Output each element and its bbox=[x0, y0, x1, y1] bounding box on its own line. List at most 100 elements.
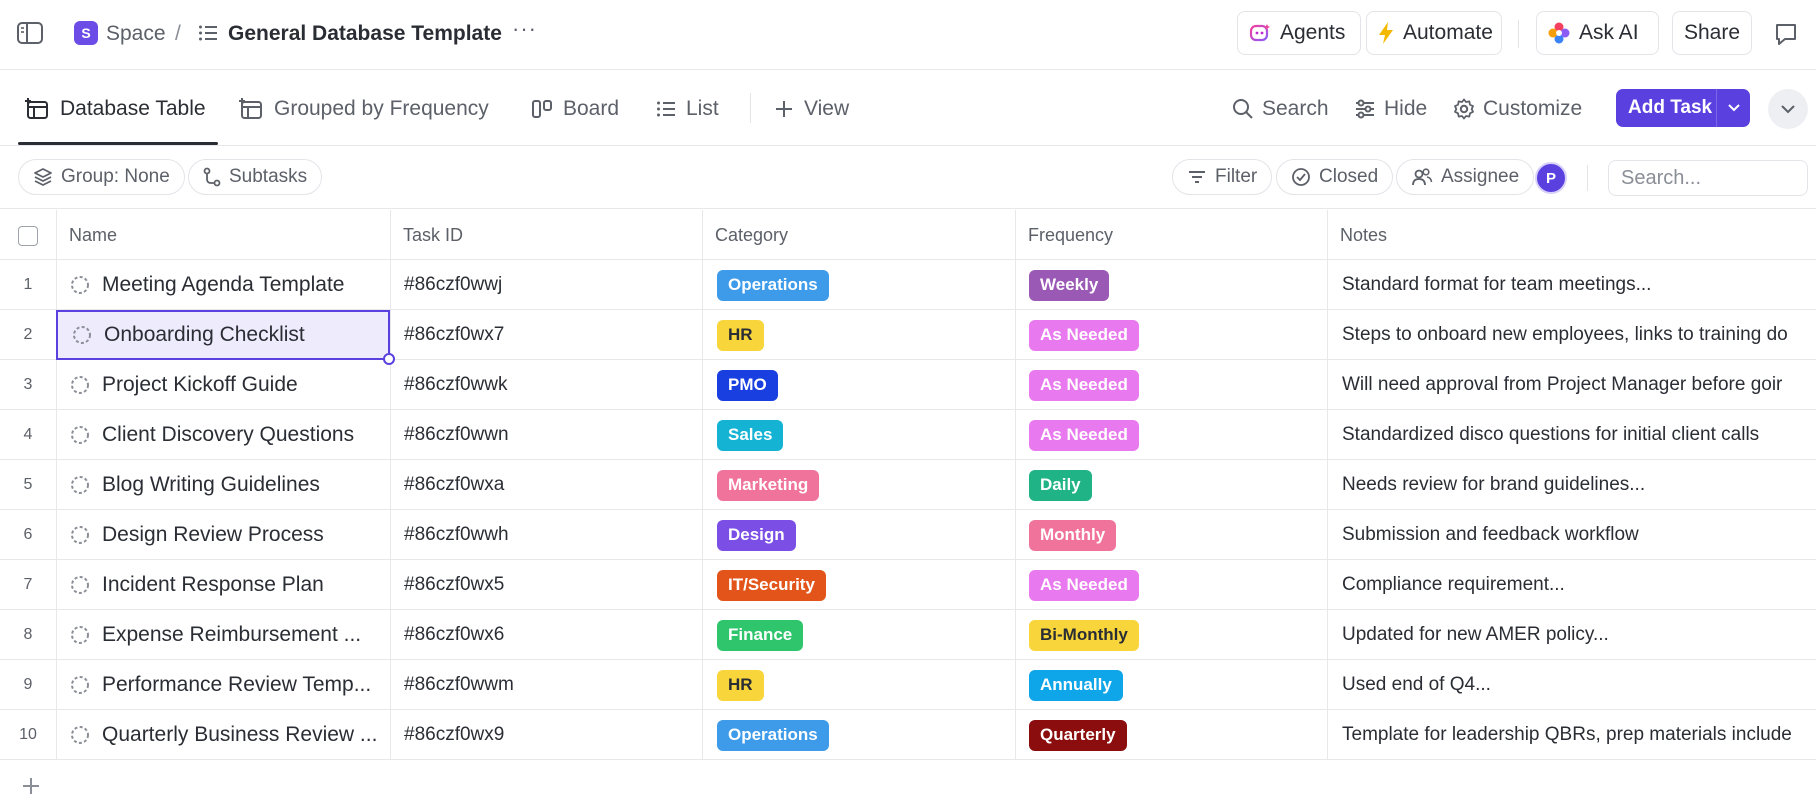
frequency-cell[interactable]: Monthly bbox=[1015, 510, 1117, 560]
task-name[interactable]: Expense Reimbursement ... bbox=[102, 623, 361, 647]
select-all-checkbox[interactable] bbox=[18, 226, 38, 246]
notes-cell[interactable]: Submission and feedback workflow bbox=[1327, 510, 1816, 560]
category-badge[interactable]: HR bbox=[717, 669, 764, 701]
category-badge[interactable]: Operations bbox=[717, 719, 829, 751]
space-badge[interactable]: S bbox=[74, 21, 98, 45]
status-circle-icon[interactable] bbox=[70, 425, 90, 445]
customize-button[interactable]: Customize bbox=[1453, 71, 1582, 146]
notes-cell[interactable]: Used end of Q4... bbox=[1327, 660, 1816, 710]
frequency-cell[interactable]: Annually bbox=[1015, 660, 1123, 710]
collapse-button[interactable] bbox=[1768, 89, 1808, 129]
frequency-cell[interactable]: As Needed bbox=[1015, 560, 1139, 610]
name-cell[interactable]: Incident Response Plan bbox=[56, 560, 390, 610]
more-options-icon[interactable]: ··· bbox=[512, 16, 537, 42]
category-cell[interactable]: HR bbox=[702, 660, 764, 710]
category-cell[interactable]: Marketing bbox=[702, 460, 820, 510]
chat-icon[interactable] bbox=[1772, 20, 1800, 48]
table-row[interactable]: 3 Project Kickoff Guide #86czf0wwk PMO As Ne… bbox=[0, 360, 1816, 410]
frequency-cell[interactable]: As Needed bbox=[1015, 410, 1139, 460]
frequency-cell[interactable]: As Needed bbox=[1015, 360, 1139, 410]
filter-chip[interactable]: Filter bbox=[1172, 159, 1273, 195]
frequency-badge[interactable]: Bi-Monthly bbox=[1029, 619, 1139, 651]
name-cell[interactable]: Quarterly Business Review ... bbox=[56, 710, 390, 760]
sidebar-toggle-icon[interactable] bbox=[16, 20, 44, 46]
table-row[interactable]: 6 Design Review Process #86czf0wwh Design Mo… bbox=[0, 510, 1816, 560]
status-circle-icon[interactable] bbox=[70, 725, 90, 745]
tab-list[interactable]: List bbox=[656, 71, 719, 146]
tab-database-table[interactable]: Database Table bbox=[24, 71, 206, 146]
tab-board[interactable]: Board bbox=[531, 71, 619, 146]
table-row[interactable]: 7 Incident Response Plan #86czf0wx5 IT/Secu… bbox=[0, 560, 1816, 610]
category-badge[interactable]: Operations bbox=[717, 269, 829, 301]
add-row-plus-icon[interactable] bbox=[20, 775, 42, 797]
category-cell[interactable]: Operations bbox=[702, 710, 829, 760]
category-cell[interactable]: Design bbox=[702, 510, 796, 560]
frequency-badge[interactable]: As Needed bbox=[1029, 419, 1139, 451]
name-cell[interactable]: Onboarding Checklist bbox=[56, 310, 395, 365]
frequency-badge[interactable]: As Needed bbox=[1029, 569, 1139, 601]
notes-cell[interactable]: Compliance requirement... bbox=[1327, 560, 1816, 610]
notes-cell[interactable]: Will need approval from Project Manager … bbox=[1327, 360, 1816, 410]
tab-grouped-by-frequency[interactable]: Grouped by Frequency bbox=[238, 71, 489, 146]
column-header-category[interactable]: Category bbox=[703, 210, 788, 260]
frequency-cell[interactable]: Weekly bbox=[1015, 260, 1110, 310]
category-badge[interactable]: Sales bbox=[717, 419, 784, 451]
notes-cell[interactable]: Standard format for team meetings... bbox=[1327, 260, 1816, 310]
category-badge[interactable]: Finance bbox=[717, 619, 804, 651]
category-badge[interactable]: HR bbox=[717, 319, 764, 351]
name-cell[interactable]: Blog Writing Guidelines bbox=[56, 460, 390, 510]
notes-cell[interactable]: Needs review for brand guidelines... bbox=[1327, 460, 1816, 510]
automate-button[interactable]: Automate bbox=[1366, 11, 1502, 55]
status-circle-icon[interactable] bbox=[70, 625, 90, 645]
task-name[interactable]: Blog Writing Guidelines bbox=[102, 473, 320, 497]
category-cell[interactable]: PMO bbox=[702, 360, 778, 410]
search-button[interactable]: Search bbox=[1232, 71, 1329, 146]
task-name[interactable]: Client Discovery Questions bbox=[102, 423, 354, 447]
name-cell[interactable]: Client Discovery Questions bbox=[56, 410, 390, 460]
category-cell[interactable]: Sales bbox=[702, 410, 784, 460]
breadcrumb-space[interactable]: Space bbox=[106, 22, 166, 46]
table-row[interactable]: 9 Performance Review Temp... #86czf0wwm HR A… bbox=[0, 660, 1816, 710]
notes-cell[interactable]: Updated for new AMER policy... bbox=[1327, 610, 1816, 660]
task-name[interactable]: Incident Response Plan bbox=[102, 573, 324, 597]
status-circle-icon[interactable] bbox=[70, 375, 90, 395]
assignee-chip[interactable]: Assignee bbox=[1396, 159, 1535, 195]
chevron-down-icon[interactable] bbox=[1717, 103, 1750, 113]
ask-ai-button[interactable]: Ask AI bbox=[1536, 11, 1659, 55]
search-input[interactable] bbox=[1608, 160, 1808, 196]
group-chip[interactable]: Group: None bbox=[18, 159, 185, 195]
table-row[interactable]: 1 Meeting Agenda Template #86czf0wwj Operat… bbox=[0, 260, 1816, 310]
task-name[interactable]: Meeting Agenda Template bbox=[102, 273, 344, 297]
frequency-cell[interactable]: Daily bbox=[1015, 460, 1092, 510]
category-cell[interactable]: IT/Security bbox=[702, 560, 826, 610]
column-header-notes[interactable]: Notes bbox=[1328, 210, 1387, 260]
status-circle-icon[interactable] bbox=[70, 575, 90, 595]
category-cell[interactable]: HR bbox=[702, 310, 764, 360]
subtasks-chip[interactable]: Subtasks bbox=[188, 159, 323, 195]
category-badge[interactable]: PMO bbox=[717, 369, 778, 401]
task-name[interactable]: Project Kickoff Guide bbox=[102, 373, 298, 397]
name-cell[interactable]: Performance Review Temp... bbox=[56, 660, 390, 710]
table-row[interactable]: 8 Expense Reimbursement ... #86czf0wx6 Fina… bbox=[0, 610, 1816, 660]
category-badge[interactable]: Marketing bbox=[717, 469, 820, 501]
column-header-task-id[interactable]: Task ID bbox=[391, 210, 463, 260]
task-name[interactable]: Performance Review Temp... bbox=[102, 673, 371, 697]
task-name[interactable]: Quarterly Business Review ... bbox=[102, 723, 377, 747]
column-header-frequency[interactable]: Frequency bbox=[1016, 210, 1113, 260]
frequency-badge[interactable]: As Needed bbox=[1029, 319, 1139, 351]
name-cell[interactable]: Design Review Process bbox=[56, 510, 390, 560]
frequency-badge[interactable]: Annually bbox=[1029, 669, 1123, 701]
frequency-badge[interactable]: Monthly bbox=[1029, 519, 1117, 551]
frequency-cell[interactable]: Bi-Monthly bbox=[1015, 610, 1139, 660]
status-circle-icon[interactable] bbox=[70, 675, 90, 695]
category-badge[interactable]: Design bbox=[717, 519, 796, 551]
frequency-badge[interactable]: Weekly bbox=[1029, 269, 1110, 301]
add-view-button[interactable]: View bbox=[774, 71, 849, 146]
hide-button[interactable]: Hide bbox=[1354, 71, 1427, 146]
task-name[interactable]: Onboarding Checklist bbox=[104, 323, 305, 347]
share-button[interactable]: Share bbox=[1672, 11, 1752, 55]
frequency-badge[interactable]: Quarterly bbox=[1029, 719, 1127, 751]
frequency-cell[interactable]: As Needed bbox=[1015, 310, 1139, 360]
notes-cell[interactable]: Standardized disco questions for initial… bbox=[1327, 410, 1816, 460]
name-cell[interactable]: Meeting Agenda Template bbox=[56, 260, 390, 310]
